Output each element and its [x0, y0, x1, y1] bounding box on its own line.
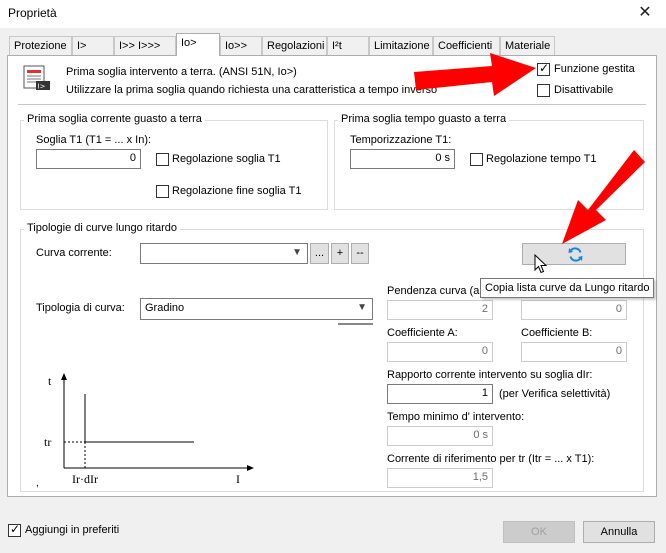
preferiti-label: Aggiungi in preferiti [25, 524, 120, 536]
regolazione-fine-checkbox[interactable] [156, 185, 169, 198]
copy-curves-tooltip: Copia lista curve da Lungo ritardo [480, 278, 655, 298]
curva-corrente-label: Curva corrente: [36, 247, 112, 259]
pendenza-label: Pendenza curva (al [387, 285, 482, 297]
disattivabile-checkbox[interactable] [537, 84, 550, 97]
coeff-b-input[interactable]: 0 [521, 342, 627, 362]
mouse-cursor-icon [534, 254, 548, 274]
regolazione-soglia-label: Regolazione soglia T1 [172, 153, 281, 165]
window-title: Proprietà [8, 6, 57, 20]
regolazione-tempo-checkbox[interactable] [470, 153, 483, 166]
header-divider [18, 104, 646, 105]
curva-browse-button[interactable]: ... [310, 243, 329, 264]
chevron-down-icon: ▼ [357, 302, 367, 313]
group-soglia-tempo-title: Prima soglia tempo guasto a terra [338, 113, 510, 125]
curva-corrente-select[interactable]: ▼ [140, 243, 308, 264]
tempo-min-input[interactable]: 0 s [387, 426, 493, 446]
temporizzazione-input[interactable]: 0 s [350, 149, 455, 169]
axis-ir-label: Ir·dIr [72, 472, 98, 486]
axis-tr-label: tr [44, 435, 52, 449]
curve-diagram [61, 373, 254, 471]
axis-t-label: t [48, 374, 52, 388]
refresh-icon [568, 247, 583, 262]
disattivabile-label: Disattivabile [554, 84, 614, 96]
group-curve-title: Tipologie di curve lungo ritardo [24, 222, 181, 234]
red-arrow-icon [414, 53, 536, 96]
header-description-line1: Prima soglia intervento a terra. (ANSI 5… [66, 66, 297, 78]
header-description-line2: Utilizzare la prima soglia quando richie… [66, 84, 438, 96]
red-arrow-icon [562, 150, 645, 244]
group-soglia-corrente-title: Prima soglia corrente guasto a terra [24, 113, 205, 125]
tipologia-label: Tipologia di curva: [36, 302, 125, 314]
corrente-rif-label: Corrente di riferimento per tr (Itr = ..… [387, 453, 595, 465]
preferiti-checkbox[interactable] [8, 522, 21, 537]
rapporto-label: Rapporto corrente intervento su soglia d… [387, 369, 593, 381]
tipologia-value: Gradino [145, 302, 185, 314]
tab-i-double[interactable]: I>> I>>> [114, 36, 176, 55]
tab-i[interactable]: I> [72, 36, 114, 55]
regolazione-soglia-checkbox[interactable] [156, 153, 169, 166]
title-bar [0, 0, 666, 28]
funzione-gestita-label: Funzione gestita [554, 63, 635, 75]
tab-io-double[interactable]: Io>> [220, 36, 262, 55]
close-icon[interactable]: ✕ [630, 2, 660, 24]
corrente-rif-input[interactable]: 1,5 [387, 468, 493, 488]
regolazione-fine-label: Regolazione fine soglia T1 [172, 185, 302, 197]
svg-text:I>: I> [38, 83, 46, 91]
temporizzazione-label: Temporizzazione T1: [350, 134, 452, 146]
coeff-a-label: Coefficiente A: [387, 327, 458, 339]
graph-corner-mark: , [36, 478, 39, 489]
pendenza-secondary-input[interactable]: 0 [521, 300, 627, 320]
tab-protezione[interactable]: Protezione [9, 36, 72, 55]
coeff-a-input[interactable]: 0 [387, 342, 493, 362]
curva-add-button[interactable]: + [331, 243, 349, 264]
axis-i-label: I [236, 472, 240, 486]
tipologia-underline [338, 323, 373, 325]
tipologia-select[interactable]: Gradino ▼ [140, 298, 373, 320]
protection-relay-icon: I> [20, 64, 52, 92]
tab-regolazioni[interactable]: Regolazioni [262, 36, 327, 55]
tab-i2t[interactable]: I²t [327, 36, 369, 55]
soglia-label: Soglia T1 (T1 = ... x In): [36, 134, 152, 146]
tab-io[interactable]: Io> [176, 33, 220, 56]
chevron-down-icon: ▼ [292, 247, 302, 258]
rapporto-input[interactable]: 1 [387, 384, 493, 404]
ok-button[interactable]: OK [503, 521, 575, 543]
tempo-min-label: Tempo minimo d' intervento: [387, 411, 525, 423]
soglia-input[interactable]: 0 [36, 149, 141, 169]
annulla-button[interactable]: Annulla [583, 521, 655, 543]
rapporto-note: (per Verifica selettività) [499, 388, 611, 400]
curva-remove-button[interactable]: -- [351, 243, 369, 264]
coeff-b-label: Coefficiente B: [521, 327, 593, 339]
pendenza-input[interactable]: 2 [387, 300, 493, 320]
funzione-gestita-checkbox[interactable] [537, 61, 550, 76]
